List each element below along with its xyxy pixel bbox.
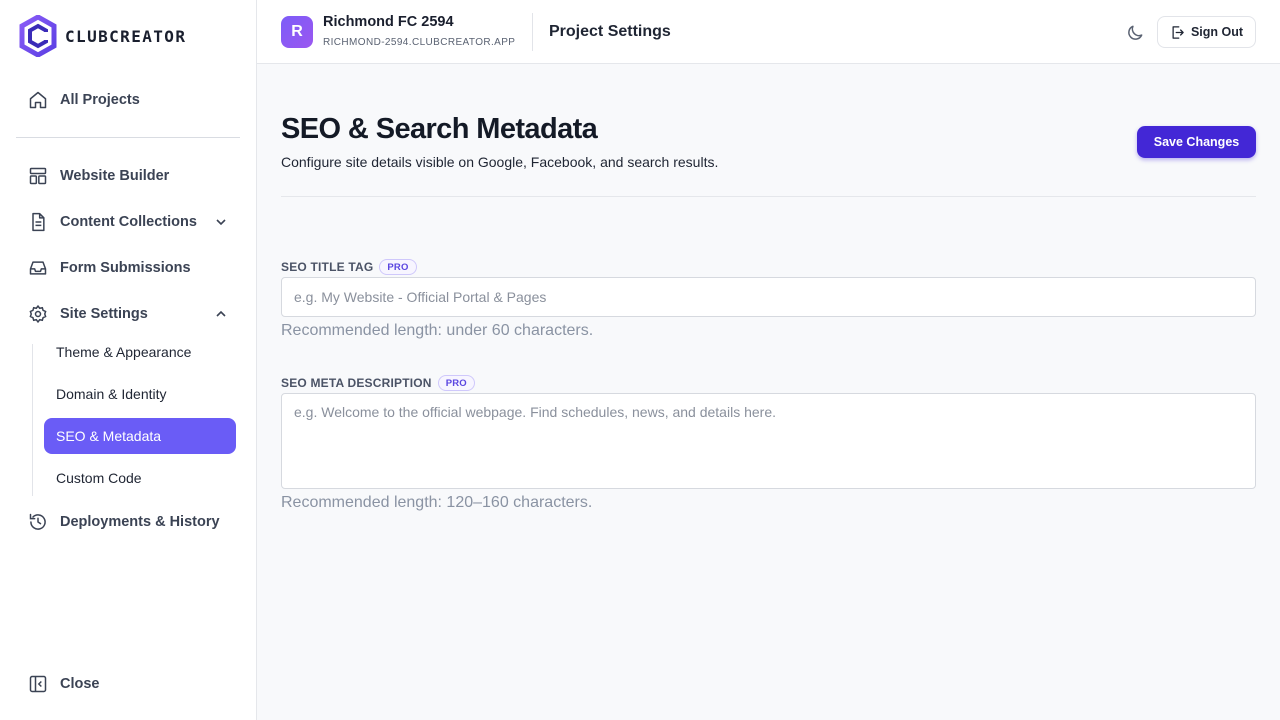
panel-collapse-icon [28,674,48,694]
page-section-title: Project Settings [549,23,671,40]
sidebar-item-label: Deployments & History [60,514,220,530]
gear-icon [28,304,48,324]
sidebar-subitem-theme-appearance[interactable]: Theme & Appearance [44,334,236,370]
seo-description-label: SEO META DESCRIPTION PRO [281,375,475,391]
history-icon [28,512,48,532]
sidebar-item-deployments-history[interactable]: Deployments & History [16,504,240,540]
header-separator [532,13,533,51]
seo-title-label: SEO TITLE TAG PRO [281,259,417,275]
seo-title-input[interactable] [281,277,1256,317]
inbox-icon [28,258,48,278]
project-avatar: R [281,16,313,48]
layout-icon [28,166,48,186]
seo-description-label-text: SEO META DESCRIPTION [281,376,432,390]
sidebar-item-site-settings[interactable]: Site Settings [16,296,240,332]
project-domain[interactable]: RICHMOND-2594.CLUBCREATOR.APP [323,37,515,48]
seo-description-textarea[interactable] [281,393,1256,489]
sidebar-divider [16,137,240,138]
sidebar-close-label: Close [60,676,100,692]
sidebar-subitem-seo-metadata[interactable]: SEO & Metadata [44,418,236,454]
brand-logo[interactable]: CLUBCREATOR [19,15,186,57]
seo-description-help: Recommended length: 120–160 characters. [281,494,593,511]
sidebar-item-form-submissions[interactable]: Form Submissions [16,250,240,286]
sidebar-subitem-custom-code[interactable]: Custom Code [44,460,236,496]
pro-badge: PRO [437,375,475,391]
subnav-guide-line [32,344,33,496]
sidebar: CLUBCREATOR All Projects Website Builder… [0,0,257,720]
sidebar-item-content-collections[interactable]: Content Collections [16,204,240,240]
seo-title-label-text: SEO TITLE TAG [281,260,374,274]
sidebar-item-website-builder[interactable]: Website Builder [16,158,240,194]
sign-out-button[interactable]: Sign Out [1157,16,1256,48]
page-title: SEO & Search Metadata [281,113,598,145]
moon-icon [1128,25,1143,40]
sidebar-item-label: Website Builder [60,168,170,184]
document-icon [28,212,48,232]
sidebar-subitem-domain-identity[interactable]: Domain & Identity [44,376,236,412]
section-divider [281,196,1256,197]
hexagon-logo-icon [19,15,57,57]
seo-title-help: Recommended length: under 60 characters. [281,322,594,339]
sidebar-item-all-projects[interactable]: All Projects [16,82,240,118]
sidebar-item-label: Form Submissions [60,260,191,276]
sign-out-label: Sign Out [1190,25,1244,39]
chevron-up-icon[interactable] [214,307,228,321]
brand-name: CLUBCREATOR [65,26,187,46]
project-name: Richmond FC 2594 [323,14,454,30]
theme-toggle-button[interactable] [1123,21,1147,45]
home-icon [28,90,48,110]
save-changes-button[interactable]: Save Changes [1137,126,1256,158]
sidebar-item-label: Content Collections [60,214,197,230]
top-header: R Richmond FC 2594 RICHMOND-2594.CLUBCRE… [257,0,1280,64]
sidebar-item-label: All Projects [60,92,140,108]
sign-out-icon [1172,25,1184,39]
chevron-down-icon[interactable] [214,215,228,229]
sidebar-item-label: Site Settings [60,306,148,322]
sidebar-close-button[interactable]: Close [16,666,240,702]
page-subtitle: Configure site details visible on Google… [281,154,719,170]
pro-badge: PRO [379,259,417,275]
